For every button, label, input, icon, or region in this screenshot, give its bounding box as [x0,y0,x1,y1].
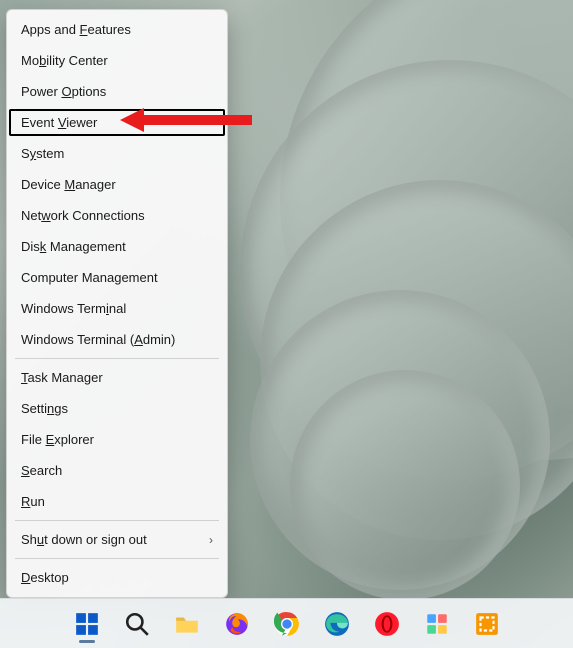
menu-item[interactable]: Power Options [7,76,227,107]
menu-item-label: Event Viewer [21,115,97,130]
menu-item-label: Shut down or sign out [21,532,147,547]
folder-icon [174,611,200,637]
taskbar [0,598,573,648]
vmware-icon [474,611,500,637]
menu-separator [15,358,219,359]
menu-item-label: Device Manager [21,177,116,192]
firefox[interactable] [216,603,258,645]
menu-separator [15,520,219,521]
menu-separator [15,558,219,559]
menu-item-label: Network Connections [21,208,145,223]
start-button[interactable] [66,603,108,645]
menu-item[interactable]: Network Connections [7,200,227,231]
menu-item-label: Run [21,494,45,509]
menu-item[interactable]: Run [7,486,227,517]
menu-item[interactable]: Settings [7,393,227,424]
menu-item-label: System [21,146,64,161]
menu-item-label: Settings [21,401,68,416]
app-generic[interactable] [416,603,458,645]
file-explorer[interactable] [166,603,208,645]
windows-icon [74,611,100,637]
menu-item-label: Computer Management [21,270,158,285]
menu-item-label: Windows Terminal [21,301,126,316]
edge[interactable] [316,603,358,645]
search-icon [124,611,150,637]
chrome-icon [274,611,300,637]
winx-menu: Apps and Features Mobility Center Power Op… [6,9,228,598]
opera[interactable] [366,603,408,645]
menu-item-label: Search [21,463,62,478]
firefox-icon [224,611,250,637]
chrome[interactable] [266,603,308,645]
vmware[interactable] [466,603,508,645]
menu-item[interactable]: Computer Management [7,262,227,293]
menu-item[interactable]: Desktop [7,562,227,593]
menu-item[interactable]: Windows Terminal [7,293,227,324]
edge-icon [324,611,350,637]
menu-item[interactable]: Apps and Features [7,14,227,45]
menu-item-label: Desktop [21,570,69,585]
menu-item-label: Power Options [21,84,106,99]
menu-item[interactable]: Shut down or sign out › [7,524,227,555]
search-button[interactable] [116,603,158,645]
menu-item[interactable]: System [7,138,227,169]
menu-item[interactable]: Windows Terminal (Admin) [7,324,227,355]
menu-item-label: Windows Terminal (Admin) [21,332,175,347]
menu-item[interactable]: Task Manager [7,362,227,393]
menu-item-label: Disk Management [21,239,126,254]
menu-item[interactable]: Disk Management [7,231,227,262]
chevron-right-icon: › [209,533,213,547]
opera-icon [374,611,400,637]
menu-item[interactable]: Search [7,455,227,486]
menu-item-label: Apps and Features [21,22,131,37]
menu-item-label: Task Manager [21,370,103,385]
menu-item-label: File Explorer [21,432,94,447]
menu-item[interactable]: Mobility Center [7,45,227,76]
menu-item[interactable]: Device Manager [7,169,227,200]
menu-item[interactable]: Event Viewer [7,107,227,138]
grid-icon [424,611,450,637]
menu-item[interactable]: File Explorer [7,424,227,455]
menu-item-label: Mobility Center [21,53,108,68]
